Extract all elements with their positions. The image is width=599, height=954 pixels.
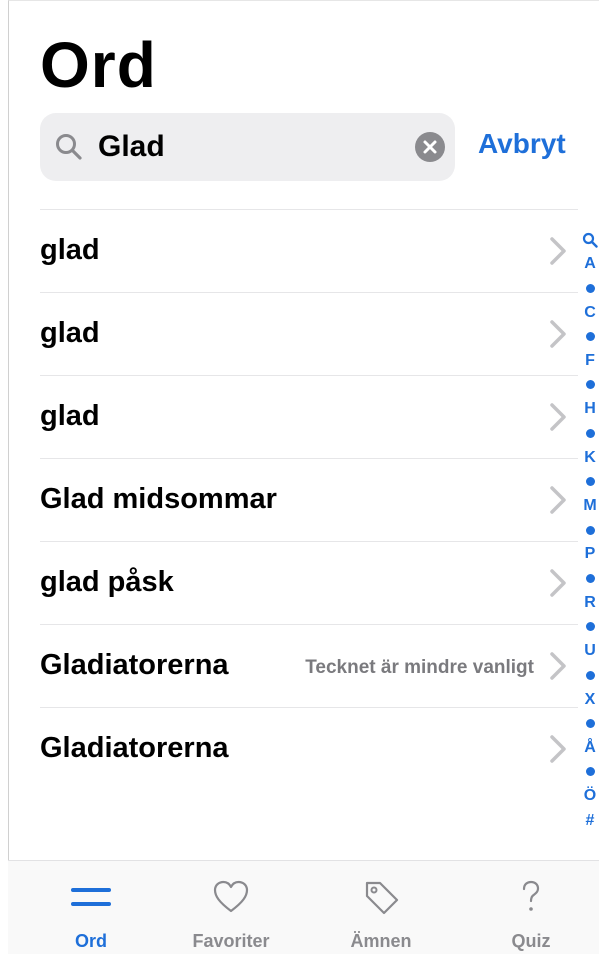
chevron-right-icon [550,403,566,431]
index-dot[interactable] [580,615,599,639]
list-item-label: glad [40,234,100,266]
results-list: glad glad glad Glad midsommar glad påsk … [40,209,578,790]
list-item[interactable]: glad påsk [40,541,578,624]
index-dot[interactable] [580,470,599,494]
tab-label: Quiz [511,931,551,951]
search-input[interactable]: Glad [98,130,165,164]
list-lines-icon [71,888,111,906]
heart-icon [213,880,249,913]
index-dot[interactable] [580,325,599,349]
chevron-right-icon [550,652,566,680]
index-dot[interactable] [580,760,599,784]
index-dot[interactable] [580,712,599,736]
dot-icon [585,719,595,729]
dot-icon [585,477,595,487]
dot-icon [585,525,595,535]
tab-label: Ämnen [350,931,412,951]
index-letter[interactable]: F [580,349,599,373]
chevron-right-icon [550,237,566,265]
page-title: Ord [40,29,157,101]
search-icon [582,232,598,248]
list-item[interactable]: Gladiatorerna Tecknet är mindre vanligt [40,624,578,707]
index-dot[interactable] [580,422,599,446]
tab-amnen[interactable]: Ämnen [316,861,446,954]
tab-favoriter[interactable]: Favoriter [166,861,296,954]
section-index[interactable]: A C F H K M P R U X Å Ö # [580,228,599,833]
list-item[interactable]: glad [40,375,578,458]
clear-search-button[interactable] [415,132,445,162]
index-dot[interactable] [580,663,599,687]
chevron-right-icon [550,320,566,348]
index-letter[interactable]: C [580,301,599,325]
list-item-label: glad [40,400,100,432]
dot-icon [585,332,595,342]
list-item-label: glad [40,317,100,349]
search-icon [56,134,82,160]
list-item[interactable]: Gladiatorerna [40,707,578,790]
tag-icon [365,881,399,915]
index-letter[interactable]: M [580,494,599,518]
index-dot[interactable] [580,567,599,591]
tab-label: Ord [74,931,107,951]
close-icon [423,140,437,154]
list-item-label: Glad midsommar [40,483,277,515]
list-item[interactable]: Glad midsommar [40,458,578,541]
list-item[interactable]: glad [40,292,578,375]
index-letter[interactable]: H [580,397,599,421]
list-item-label: glad påsk [40,566,174,598]
index-letter[interactable]: Å [580,736,599,760]
chevron-right-icon [550,735,566,763]
index-letter[interactable]: U [580,639,599,663]
index-letter[interactable]: P [580,542,599,566]
index-letter[interactable]: # [580,809,599,833]
list-item-label: Gladiatorerna [40,649,229,681]
index-letter[interactable]: Ö [580,784,599,808]
tab-quiz[interactable]: Quiz [466,861,596,954]
list-item[interactable]: glad [40,209,578,292]
tab-bar: Ord Favoriter Ämnen Quiz [8,860,599,954]
question-mark-icon [522,880,540,911]
dot-icon [585,767,595,777]
dot-icon [585,428,595,438]
dot-icon [585,380,595,390]
index-dot[interactable] [580,276,599,300]
index-letter[interactable]: K [580,446,599,470]
index-dot[interactable] [580,373,599,397]
index-letter[interactable]: A [580,252,599,276]
list-item-label: Gladiatorerna [40,732,229,764]
index-dot[interactable] [580,518,599,542]
index-letter[interactable]: R [580,591,599,615]
list-item-note: Tecknet är mindre vanligt [305,657,534,678]
cancel-button[interactable]: Avbryt [478,128,566,160]
chevron-right-icon [550,569,566,597]
tab-ord[interactable]: Ord [26,861,156,954]
dot-icon [585,573,595,583]
index-letter[interactable]: X [580,688,599,712]
dot-icon [585,283,595,293]
chevron-right-icon [550,486,566,514]
dot-icon [585,622,595,632]
search-bar[interactable]: Glad [40,113,455,181]
index-search[interactable] [580,228,599,252]
dot-icon [585,670,595,680]
tab-label: Favoriter [192,931,270,951]
